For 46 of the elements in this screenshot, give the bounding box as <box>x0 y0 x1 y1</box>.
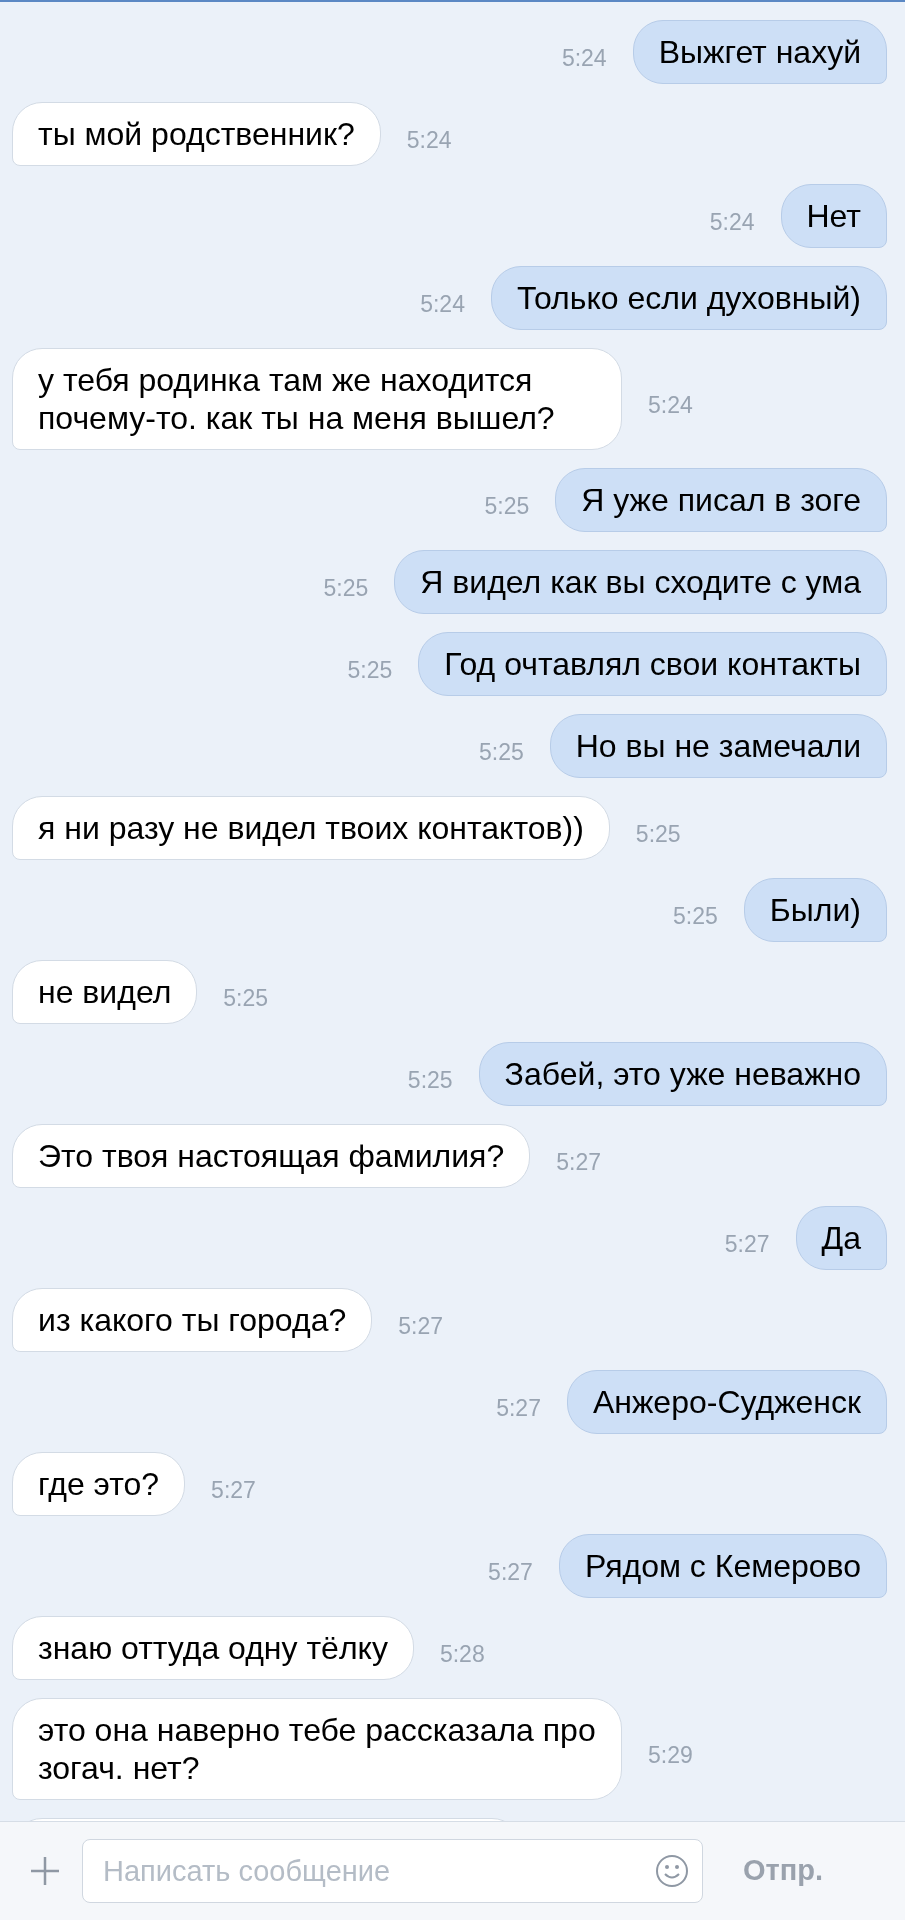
message-time: 5:25 <box>323 573 369 603</box>
message-bubble: Я уже писал в зоге <box>555 468 887 532</box>
message-time: 5:28 <box>439 1639 485 1669</box>
message-bubble: Но вы не замечали <box>549 714 887 778</box>
message-bubble: это она наверно тебе рассказала про зогач. нет? <box>12 1698 622 1800</box>
message-time: 5:25 <box>407 1065 453 1095</box>
message-bubble: Я видел как вы сходите с ума <box>394 550 887 614</box>
message-time: 5:25 <box>673 901 718 931</box>
message-bubble: у тебя родинка там же находится почему-то. как ты на меня вышел? <box>12 348 622 450</box>
message-time: 5:27 <box>556 1147 601 1177</box>
message-time: 5:27 <box>398 1311 443 1341</box>
message-field[interactable]: Написать сообщение <box>82 1839 703 1903</box>
message-time: 5:27 <box>724 1229 770 1259</box>
message-bubble: где это? <box>12 1452 186 1516</box>
message-time: 5:27 <box>211 1475 256 1505</box>
message-bubble: знаю оттуда одну тёлку <box>12 1616 414 1680</box>
message-time: 5:25 <box>478 737 524 767</box>
message-time: 5:24 <box>561 43 607 73</box>
message-bubble: Анжеро-Судженск <box>566 1370 887 1434</box>
message-time: 5:25 <box>223 983 269 1013</box>
message-time: 5:25 <box>635 819 681 849</box>
message-bubble: Это твоя настоящая фамилия? <box>12 1124 531 1188</box>
message-bubble: ты мой родственник? <box>12 102 381 166</box>
plus-icon[interactable] <box>30 1856 60 1886</box>
message-time: 5:27 <box>488 1557 533 1587</box>
send-button[interactable]: Отпр. <box>743 1849 824 1893</box>
smiley-icon[interactable] <box>655 1854 689 1888</box>
message-time: 5:24 <box>406 125 452 155</box>
message-time: 5:24 <box>709 207 755 237</box>
message-bubble: Были) <box>743 878 887 942</box>
message-time: 5:25 <box>347 655 393 685</box>
message-bubble: Да <box>795 1206 887 1270</box>
message-time: 5:24 <box>648 390 693 420</box>
message-bubble: я ни разу не видел твоих контактов)) <box>12 796 610 860</box>
message-bubble: из какого ты города? <box>12 1288 373 1352</box>
message-bubble: Забей, это уже неважно <box>478 1042 887 1106</box>
message-bubble: Рядом с Кемерово <box>558 1534 887 1598</box>
message-time: 5:25 <box>484 491 530 521</box>
message-bubble: Год очтавлял свои контакты <box>418 632 887 696</box>
message-time: 5:29 <box>648 1740 693 1770</box>
message-time: 5:27 <box>496 1393 541 1423</box>
message-bubble: Нет <box>780 184 887 248</box>
message-time: 5:24 <box>420 289 465 319</box>
message-bubble: не видел <box>12 960 198 1024</box>
message-bubble: Только если духовный) <box>490 266 887 330</box>
message-bubble: Выжгет нахуй <box>632 20 887 84</box>
